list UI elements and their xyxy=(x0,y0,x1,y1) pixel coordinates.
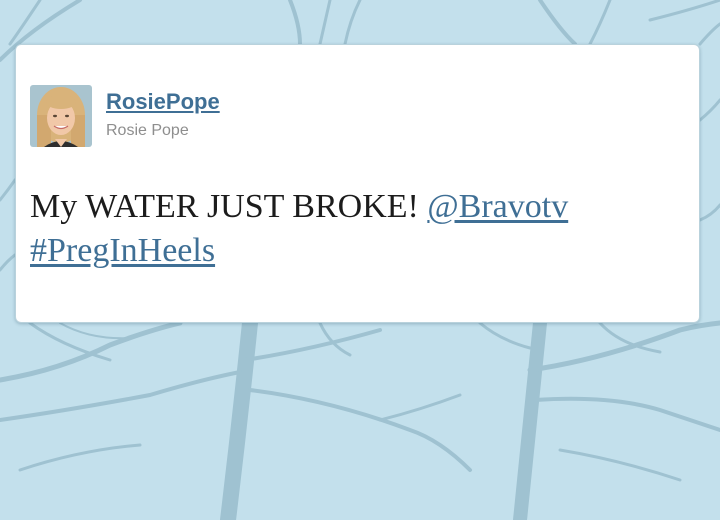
tweet-text: My WATER JUST BROKE! @Bravotv #PregInHeel… xyxy=(30,185,680,273)
full-name: Rosie Pope xyxy=(106,122,189,139)
mention-link[interactable]: @Bravotv xyxy=(427,188,568,225)
tweet-card: RosiePope Rosie Pope My WATER JUST BROKE… xyxy=(15,44,700,323)
profile-photo-icon[interactable] xyxy=(30,85,92,147)
user-info: RosiePope Rosie Pope xyxy=(106,89,220,141)
hashtag-link[interactable]: #PregInHeels xyxy=(30,232,215,269)
screen-name-link[interactable]: RosiePope xyxy=(106,89,220,115)
tweet-text-body: My WATER JUST BROKE! xyxy=(30,188,419,225)
